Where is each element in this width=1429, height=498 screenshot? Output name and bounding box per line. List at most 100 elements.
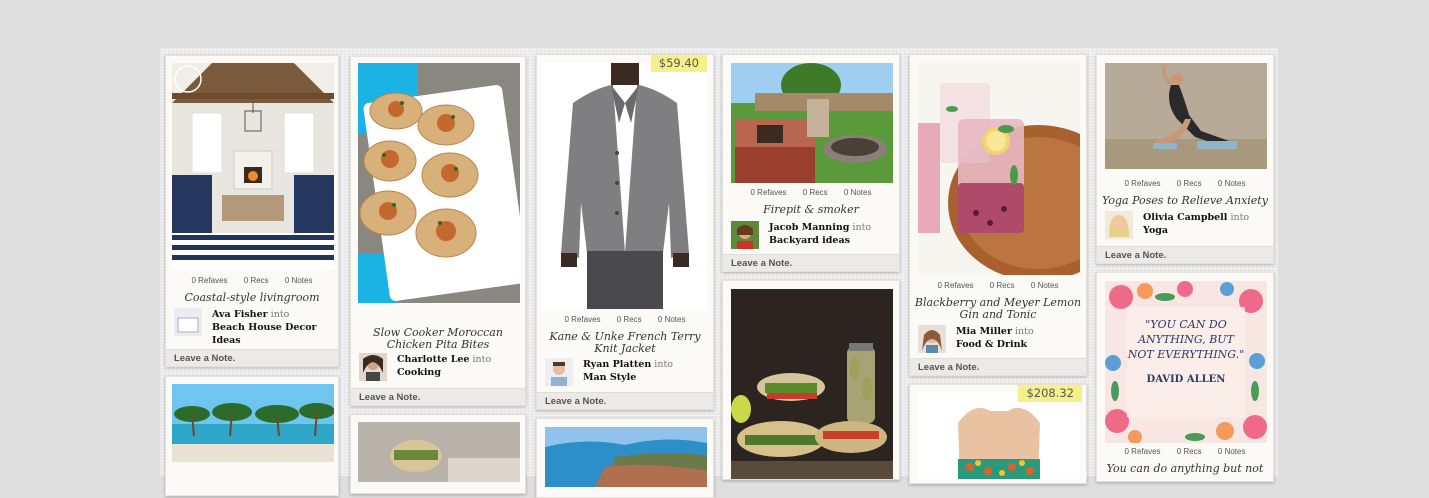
leave-note-field[interactable]: Leave a Note. [723, 254, 899, 271]
pin-card[interactable]: 0 Refaves 0 Recs 0 Notes Yoga Poses to R… [1096, 54, 1274, 264]
pin-title[interactable]: Kane & Unke French Terry Knit Jacket [541, 331, 709, 355]
recs-count[interactable]: 0 Recs [617, 315, 642, 324]
notes-count[interactable]: 0 Notes [658, 315, 686, 324]
quote-line: ANYTHING, BUT [1138, 333, 1234, 346]
leave-note-field[interactable]: Leave a Note. [537, 392, 713, 409]
refaves-count[interactable]: 0 Refaves [192, 276, 228, 285]
into-label: into [472, 354, 492, 365]
pin-card[interactable] [165, 376, 339, 496]
pin-image[interactable] [918, 393, 1080, 479]
leave-note-field[interactable]: Leave a Note. [910, 358, 1086, 375]
recs-count[interactable]: 0 Recs [1177, 447, 1202, 456]
pin-image[interactable] [731, 63, 893, 183]
pin-user-row: Ryan Platten into Man Style [545, 358, 707, 388]
board-name[interactable]: Yoga [1143, 225, 1168, 236]
leave-note-field[interactable]: Leave a Note. [166, 349, 338, 366]
leave-note-field[interactable]: Leave a Note. [1097, 246, 1273, 263]
pin-user-info: Mia Miller into Food & Drink [956, 325, 1080, 351]
pin-image[interactable] [358, 422, 520, 482]
pin-image[interactable] [545, 427, 707, 487]
pin-card[interactable]: 0 Refaves 0 Recs 0 Notes Firepit & smoke… [722, 54, 900, 272]
quote-text: "YOU CAN DO ANYTHING, BUT NOT EVERYTHING… [1119, 317, 1253, 387]
notes-count[interactable]: 0 Notes [285, 276, 313, 285]
board-name[interactable]: Cooking [397, 367, 441, 378]
pin-stats: 0 Refaves 0 Recs 0 Notes [1097, 179, 1273, 188]
pin-title[interactable]: You can do anything but not [1101, 463, 1269, 475]
pin-user-info: Ava Fisher into Beach House Decor Ideas [212, 308, 332, 347]
pin-card[interactable] [722, 280, 900, 480]
user-name[interactable]: Jacob Manning [769, 222, 849, 233]
pin-user-info: Jacob Manning into Backyard ideas [769, 221, 893, 247]
avatar[interactable] [174, 308, 202, 336]
pin-title[interactable]: Firepit & smoker [727, 204, 895, 216]
pin-image[interactable] [1105, 63, 1267, 169]
avatar[interactable] [731, 221, 759, 249]
user-name[interactable]: Ava Fisher [212, 309, 268, 320]
avatar[interactable] [918, 325, 946, 353]
pin-card[interactable]: $59.40 0 Refaves 0 Recs 0 Notes Kane & U… [536, 54, 714, 410]
quote-line: NOT EVERYTHING." [1127, 348, 1245, 361]
into-label: into [654, 359, 673, 370]
pin-card[interactable] [536, 418, 714, 498]
pin-user-row: Olivia Campbell into Yoga [1105, 211, 1267, 241]
pin-image[interactable] [918, 63, 1080, 275]
pin-stats: 0 Refaves 0 Recs 0 Notes [166, 276, 338, 285]
refaves-count[interactable]: 0 Refaves [565, 315, 601, 324]
pin-user-row: Charlotte Lee into Cooking [359, 353, 519, 383]
price-tag: $59.40 [650, 55, 707, 72]
pin-image[interactable] [172, 63, 334, 269]
board-name[interactable]: Backyard ideas [769, 235, 850, 246]
into-label: into [852, 222, 872, 233]
quote-author: DAVID ALLEN [1146, 374, 1226, 385]
pin-stats: 0 Refaves 0 Recs 0 Notes [537, 315, 713, 324]
pin-image[interactable] [358, 63, 520, 303]
pin-card[interactable]: Slow Cooker Moroccan Chicken Pita Bites … [350, 56, 526, 406]
price-tag: $208.32 [1018, 385, 1082, 402]
user-name[interactable]: Mia Miller [956, 326, 1012, 337]
pin-card[interactable]: 0 Refaves 0 Recs 0 Notes Coastal-style l… [165, 55, 339, 367]
refaves-count[interactable]: 0 Refaves [751, 188, 787, 197]
pin-title[interactable]: Slow Cooker Moroccan Chicken Pita Bites [355, 327, 521, 351]
pin-image[interactable] [172, 384, 334, 462]
recs-count[interactable]: 0 Recs [803, 188, 828, 197]
refaves-count[interactable]: 0 Refaves [1125, 447, 1161, 456]
board-name[interactable]: Man Style [583, 372, 636, 383]
user-name[interactable]: Charlotte Lee [397, 354, 469, 365]
pin-image[interactable] [731, 289, 893, 479]
user-name[interactable]: Ryan Platten [583, 359, 651, 370]
quote-line: "YOU CAN DO [1145, 318, 1227, 331]
into-label: into [270, 309, 290, 320]
leave-note-field[interactable]: Leave a Note. [351, 388, 525, 405]
pin-user-row: Jacob Manning into Backyard ideas [731, 221, 893, 251]
notes-count[interactable]: 0 Notes [1218, 447, 1246, 456]
recs-count[interactable]: 0 Recs [244, 276, 269, 285]
refaves-count[interactable]: 0 Refaves [938, 281, 974, 290]
notes-count[interactable]: 0 Notes [1218, 179, 1246, 188]
pin-user-row: Ava Fisher into Beach House Decor Ideas [174, 308, 332, 346]
pin-user-info: Olivia Campbell into Yoga [1143, 211, 1267, 237]
board-name[interactable]: Beach House Decor Ideas [212, 322, 317, 346]
pin-card[interactable] [350, 414, 526, 494]
board-name[interactable]: Food & Drink [956, 339, 1027, 350]
pin-user-info: Charlotte Lee into Cooking [397, 353, 519, 379]
pin-title[interactable]: Yoga Poses to Relieve Anxiety [1101, 195, 1269, 207]
avatar[interactable] [1105, 211, 1133, 239]
pin-card[interactable]: "YOU CAN DO ANYTHING, BUT NOT EVERYTHING… [1096, 272, 1274, 482]
notes-count[interactable]: 0 Notes [1031, 281, 1059, 290]
recs-count[interactable]: 0 Recs [1177, 179, 1202, 188]
avatar[interactable] [545, 358, 573, 386]
recs-count[interactable]: 0 Recs [990, 281, 1015, 290]
pin-card[interactable]: $208.32 [909, 384, 1087, 484]
pin-title[interactable]: Blackberry and Meyer Lemon Gin and Tonic [914, 297, 1082, 321]
pin-card[interactable]: 0 Refaves 0 Recs 0 Notes Blackberry and … [909, 54, 1087, 376]
into-label: into [1015, 326, 1034, 337]
notes-count[interactable]: 0 Notes [844, 188, 872, 197]
refaves-count[interactable]: 0 Refaves [1125, 179, 1161, 188]
pin-image[interactable] [543, 63, 707, 309]
avatar[interactable] [359, 353, 387, 381]
pin-user-info: Ryan Platten into Man Style [583, 358, 707, 384]
into-label: into [1230, 212, 1250, 223]
pin-image[interactable]: "YOU CAN DO ANYTHING, BUT NOT EVERYTHING… [1105, 281, 1267, 443]
pin-title[interactable]: Coastal-style livingroom [170, 292, 334, 304]
user-name[interactable]: Olivia Campbell [1143, 212, 1227, 223]
